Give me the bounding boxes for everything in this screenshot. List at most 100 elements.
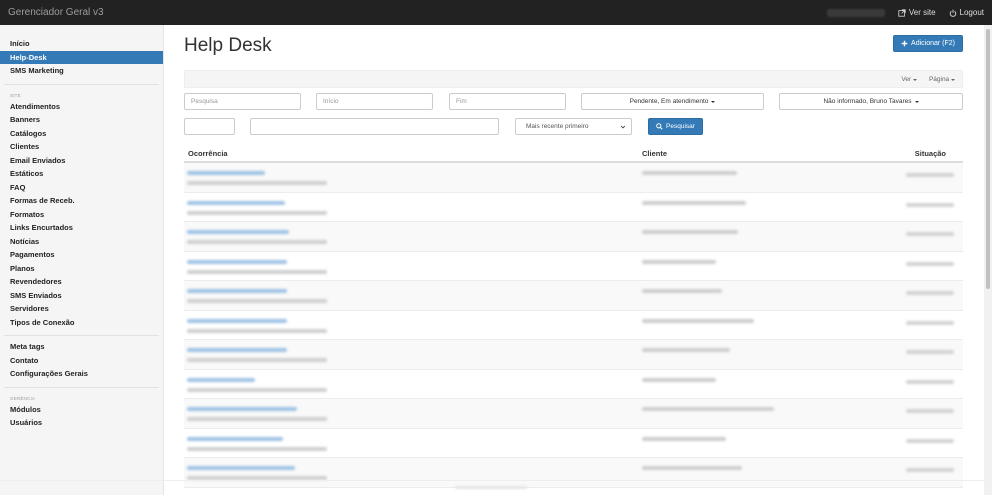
ticket-link-redacted[interactable]	[187, 407, 297, 411]
table-row[interactable]	[184, 429, 963, 458]
sidebar-item-sms-marketing[interactable]: SMS Marketing	[0, 64, 163, 78]
sidebar-divider	[4, 386, 159, 388]
ticket-link-redacted[interactable]	[187, 377, 255, 382]
sidebar-item-links-encurtados[interactable]: Links Encurtados	[0, 221, 163, 235]
table-row[interactable]	[184, 193, 963, 222]
logout-link[interactable]: Logout	[949, 8, 984, 17]
sidebar-item-email-enviados[interactable]: Email Enviados	[0, 154, 163, 168]
search-input[interactable]: Pesquisa	[184, 93, 301, 110]
ver-site-link[interactable]: Ver site	[898, 8, 936, 17]
ticket-link-redacted[interactable]	[187, 200, 285, 205]
ticket-meta-redacted	[187, 358, 327, 362]
pesquisar-button[interactable]: Pesquisar	[648, 118, 703, 135]
search-icon	[656, 123, 663, 130]
client-redacted	[642, 466, 742, 470]
sidebar-item-faq[interactable]: FAQ	[0, 181, 163, 195]
chevron-down-icon	[912, 78, 917, 81]
table-row[interactable]	[184, 252, 963, 281]
responsavel-filter-dropdown[interactable]: Não informado, Bruno Tavares	[779, 93, 963, 110]
table-row[interactable]	[184, 399, 963, 429]
user-name-redacted[interactable]	[826, 8, 885, 17]
ticket-meta-redacted	[187, 299, 327, 303]
table-row[interactable]	[184, 311, 963, 340]
sidebar-item-meta-tags[interactable]: Meta tags	[0, 340, 163, 354]
sidebar-item-inicio[interactable]: Início	[0, 37, 163, 51]
sidebar-header-gerencia: GERÊNCIA	[10, 395, 36, 401]
pagina-menu[interactable]: Página	[929, 76, 955, 83]
table-row[interactable]	[184, 281, 963, 311]
ver-menu-label: Ver	[901, 75, 912, 83]
pesquisar-button-label: Pesquisar	[666, 123, 695, 130]
sidebar-item-atendimentos[interactable]: Atendimentos	[0, 100, 163, 114]
sidebar-item-clientes[interactable]: Clientes	[0, 140, 163, 154]
sidebar-divider	[4, 83, 159, 85]
column-header-ocorrencia[interactable]: Ocorrência	[188, 149, 228, 158]
client-redacted	[642, 259, 716, 264]
footer-text-redacted	[455, 486, 527, 489]
sidebar-item-usuarios[interactable]: Usuários	[0, 416, 163, 430]
ticket-meta-redacted	[187, 387, 327, 392]
inicio-date-input[interactable]: Início	[316, 93, 433, 110]
sidebar-item-formatos[interactable]: Formatos	[0, 208, 163, 222]
responsavel-filter-label: Não informado, Bruno Tavares	[823, 98, 912, 105]
sidebar-item-estaticos[interactable]: Estáticos	[0, 167, 163, 181]
inicio-input-placeholder: Início	[323, 98, 339, 105]
add-button[interactable]: Adicionar (F2)	[893, 35, 963, 52]
order-select-value: Mais recente primeiro	[526, 123, 589, 130]
client-redacted	[642, 348, 730, 352]
table-row[interactable]	[184, 370, 963, 399]
table-row[interactable]	[184, 340, 963, 370]
ticket-link-redacted[interactable]	[187, 436, 283, 441]
text-search-input[interactable]	[250, 118, 499, 135]
sidebar-item-configuracoes-gerais[interactable]: Configurações Gerais	[0, 367, 163, 381]
chevron-down-icon	[951, 78, 955, 81]
search-input-placeholder: Pesquisa	[191, 98, 218, 105]
sidebar-item-noticias[interactable]: Notícias	[0, 235, 163, 249]
top-right-menu: Ver site Logout	[826, 8, 984, 17]
logout-label: Logout	[959, 8, 984, 17]
table-row[interactable]	[184, 458, 963, 488]
sidebar-item-help-desk[interactable]: Help-Desk	[0, 50, 163, 64]
ticket-link-redacted[interactable]	[187, 318, 287, 323]
client-redacted	[642, 171, 737, 175]
sidebar-item-contato[interactable]: Contato	[0, 354, 163, 368]
code-input[interactable]	[184, 118, 235, 135]
status-redacted	[906, 379, 954, 384]
ticket-link-redacted[interactable]	[187, 171, 265, 175]
sidebar-item-servidores[interactable]: Servidores	[0, 302, 163, 316]
status-redacted	[906, 409, 954, 413]
sidebar-item-planos[interactable]: Planos	[0, 262, 163, 276]
status-filter-label: Pendente, Em atendimento	[629, 98, 709, 105]
column-header-situacao[interactable]: Situação	[915, 149, 946, 158]
sidebar-item-modulos[interactable]: Módulos	[0, 403, 163, 417]
column-header-cliente[interactable]: Cliente	[642, 149, 667, 158]
ticket-link-redacted[interactable]	[187, 348, 287, 352]
ticket-link-redacted[interactable]	[187, 466, 295, 470]
app-brand[interactable]: Gerenciador Geral v3	[8, 7, 104, 18]
status-redacted	[906, 173, 954, 177]
sidebar-item-pagamentos[interactable]: Pagamentos	[0, 248, 163, 262]
ticket-link-redacted[interactable]	[187, 259, 287, 264]
ticket-link-redacted[interactable]	[187, 230, 289, 234]
status-filter-dropdown[interactable]: Pendente, Em atendimento	[581, 93, 764, 110]
table-row[interactable]	[184, 163, 963, 193]
status-redacted	[906, 232, 954, 236]
status-redacted	[906, 350, 954, 354]
order-select[interactable]: Mais recente primeiro	[515, 118, 632, 135]
fim-date-input[interactable]: Fim	[449, 93, 566, 110]
sidebar-item-catalogos[interactable]: Catálogos	[0, 127, 163, 141]
ver-menu[interactable]: Ver	[901, 76, 917, 83]
sidebar-item-banners[interactable]: Banners	[0, 113, 163, 127]
sidebar-item-tipos-conexao[interactable]: Tipos de Conexão	[0, 316, 163, 330]
scrollbar-thumb[interactable]	[986, 29, 990, 289]
main-content: Help Desk Adicionar (F2) Ver Página Pesq…	[184, 25, 963, 495]
sidebar-item-sms-enviados[interactable]: SMS Enviados	[0, 289, 163, 303]
sidebar-item-revendedores[interactable]: Revendedores	[0, 275, 163, 289]
ticket-meta-redacted	[187, 328, 327, 333]
ticket-link-redacted[interactable]	[187, 289, 287, 293]
table-row[interactable]	[184, 222, 963, 252]
page-scrollbar[interactable]	[984, 25, 992, 495]
sidebar-item-formas-receb[interactable]: Formas de Receb.	[0, 194, 163, 208]
chevron-down-icon	[914, 100, 919, 103]
list-toolbar: Ver Página	[184, 70, 963, 88]
